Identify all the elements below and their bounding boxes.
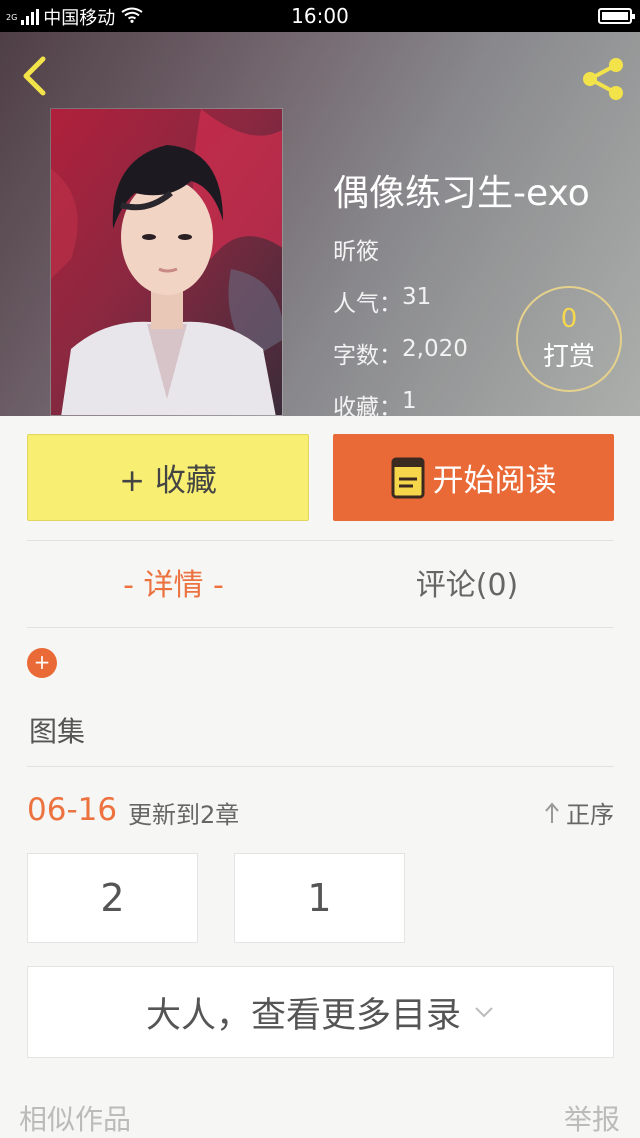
sort-toggle[interactable]: 正序: [544, 795, 614, 830]
divider: [27, 627, 614, 628]
similar-works-label: 相似作品: [19, 1103, 132, 1136]
popularity-label: 人气：: [333, 291, 402, 317]
book-title: 偶像练习生-exo: [333, 173, 590, 214]
word-count-label: 字数：: [333, 343, 402, 369]
status-bar: 2G 中国移动 16:00: [0, 0, 640, 32]
chevron-down-icon: [475, 1007, 493, 1018]
favorites-row: 收藏： 1: [333, 388, 590, 416]
divider: [27, 766, 614, 767]
chapter-item[interactable]: 1: [234, 853, 405, 943]
favorites-value: 1: [402, 388, 417, 414]
more-toc-button[interactable]: 大人，查看更多目录: [27, 966, 614, 1058]
gallery-label[interactable]: 图集: [29, 710, 85, 750]
book-cover[interactable]: [50, 108, 283, 416]
word-count-value: 2,020: [402, 336, 468, 362]
chapter-item[interactable]: 2: [27, 853, 198, 943]
popularity-value: 31: [402, 284, 432, 310]
battery-icon: [598, 8, 635, 24]
share-icon: [583, 58, 623, 100]
update-text: 更新到2章: [128, 801, 240, 829]
more-toc-label: 大人，查看更多目录: [145, 995, 461, 1036]
expand-plus-icon[interactable]: +: [27, 648, 57, 678]
status-time: 16:00: [291, 4, 349, 28]
divider: [27, 540, 614, 541]
book-header: 偶像练习生-exo 昕筱 人气： 31 字数： 2,020 收藏： 1 0 打赏: [0, 32, 640, 416]
tab-details[interactable]: - 详情 -: [27, 560, 320, 612]
book-author[interactable]: 昕筱: [333, 232, 590, 266]
collect-button[interactable]: + 收藏: [27, 434, 309, 521]
back-button[interactable]: [14, 54, 54, 98]
tip-button[interactable]: 0 打赏: [516, 286, 622, 392]
tab-comments[interactable]: 评论(0): [320, 560, 614, 612]
report-link[interactable]: 举报: [564, 1098, 620, 1138]
update-date: 06-16: [27, 792, 118, 828]
chevron-left-icon: [23, 56, 46, 96]
arrow-up-icon: [545, 801, 559, 823]
tip-count: 0: [560, 304, 578, 334]
share-button[interactable]: [578, 54, 628, 104]
tip-label: 打赏: [542, 342, 595, 372]
favorites-label: 收藏：: [333, 395, 402, 416]
book-icon: [391, 457, 424, 498]
sort-label: 正序: [566, 801, 614, 829]
start-reading-label: 开始阅读: [432, 463, 557, 499]
start-reading-button[interactable]: 开始阅读: [333, 434, 614, 521]
